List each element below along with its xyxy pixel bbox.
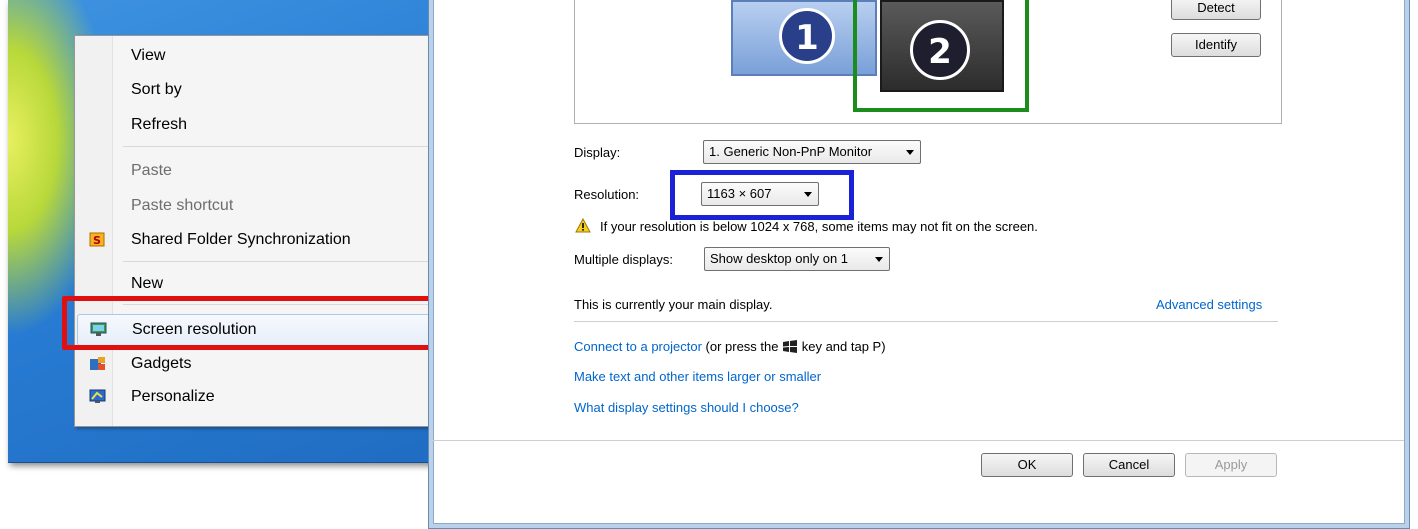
connect-projector-link[interactable]: Connect to a projector: [574, 339, 702, 354]
desktop-background: View Sort by Refresh Paste Paste shortcu…: [8, 0, 499, 463]
shared-folder-sync-icon: S: [89, 232, 105, 247]
advanced-settings-link[interactable]: Advanced settings: [1156, 297, 1262, 312]
menu-item-paste-shortcut[interactable]: Paste shortcut: [77, 191, 463, 221]
projector-hint-text: (or press the: [701, 339, 783, 354]
menu-item-label: View: [131, 47, 166, 64]
menu-item-label: Refresh: [131, 116, 188, 133]
menu-item-label: Personalize: [131, 388, 215, 405]
menu-item-label: Paste shortcut: [131, 197, 234, 214]
context-menu: View Sort by Refresh Paste Paste shortcu…: [74, 35, 466, 427]
menu-item-paste[interactable]: Paste: [77, 156, 463, 186]
projector-line: Connect to a projector (or press the key…: [574, 339, 886, 354]
cancel-button[interactable]: Cancel: [1083, 453, 1175, 477]
menu-item-view[interactable]: View: [77, 41, 463, 71]
display-settings-help-link[interactable]: What display settings should I choose?: [574, 400, 799, 415]
resolution-label: Resolution:: [574, 187, 640, 202]
personalize-icon: [89, 389, 106, 403]
identify-button[interactable]: Identify: [1171, 33, 1261, 57]
menu-item-label: Paste: [131, 162, 172, 179]
display-dropdown[interactable]: 1. Generic Non-PnP Monitor: [703, 140, 921, 164]
display-label: Display:: [574, 145, 621, 160]
menu-item-sort-by[interactable]: Sort by: [77, 75, 463, 105]
highlight-box-blue: [670, 170, 854, 220]
monitor-number: 1: [779, 8, 835, 64]
resolution-warning-text: If your resolution is below 1024 x 768, …: [600, 219, 1038, 234]
display-dropdown-value: 1. Generic Non-PnP Monitor: [709, 144, 873, 159]
gadgets-icon: [90, 357, 105, 370]
projector-hint-text-end: key and tap P): [798, 339, 886, 354]
multiple-displays-label: Multiple displays:: [574, 252, 673, 267]
svg-text:S: S: [93, 234, 101, 247]
warning-icon: [575, 218, 591, 233]
menu-item-gadgets[interactable]: Gadgets: [77, 349, 463, 379]
main-display-text: This is currently your main display.: [574, 297, 773, 312]
detect-button[interactable]: Detect: [1171, 0, 1261, 20]
highlight-box-red: [62, 296, 464, 350]
menu-item-label: Sort by: [131, 81, 182, 98]
menu-separator: [123, 261, 461, 262]
windows-logo-icon: [783, 340, 798, 353]
text-size-link[interactable]: Make text and other items larger or smal…: [574, 369, 821, 384]
apply-button[interactable]: Apply: [1185, 453, 1277, 477]
footer-divider: [432, 440, 1404, 441]
chevron-down-icon: [906, 150, 914, 155]
menu-item-label: Shared Folder Synchronization: [131, 231, 351, 248]
highlight-box-green: [853, 0, 1029, 112]
ok-button[interactable]: OK: [981, 453, 1073, 477]
section-divider: [574, 321, 1278, 322]
menu-item-new[interactable]: New: [77, 269, 463, 299]
menu-item-shared-folder-sync[interactable]: S Shared Folder Synchronization: [77, 225, 463, 255]
menu-item-label: Gadgets: [131, 355, 192, 372]
menu-separator: [123, 146, 461, 147]
multiple-displays-dropdown[interactable]: Show desktop only on 1: [704, 247, 890, 271]
menu-item-label: New: [131, 275, 164, 292]
chevron-down-icon: [875, 257, 883, 262]
multiple-displays-value: Show desktop only on 1: [710, 251, 849, 266]
menu-item-refresh[interactable]: Refresh: [77, 110, 463, 140]
menu-item-personalize[interactable]: Personalize: [77, 382, 463, 412]
